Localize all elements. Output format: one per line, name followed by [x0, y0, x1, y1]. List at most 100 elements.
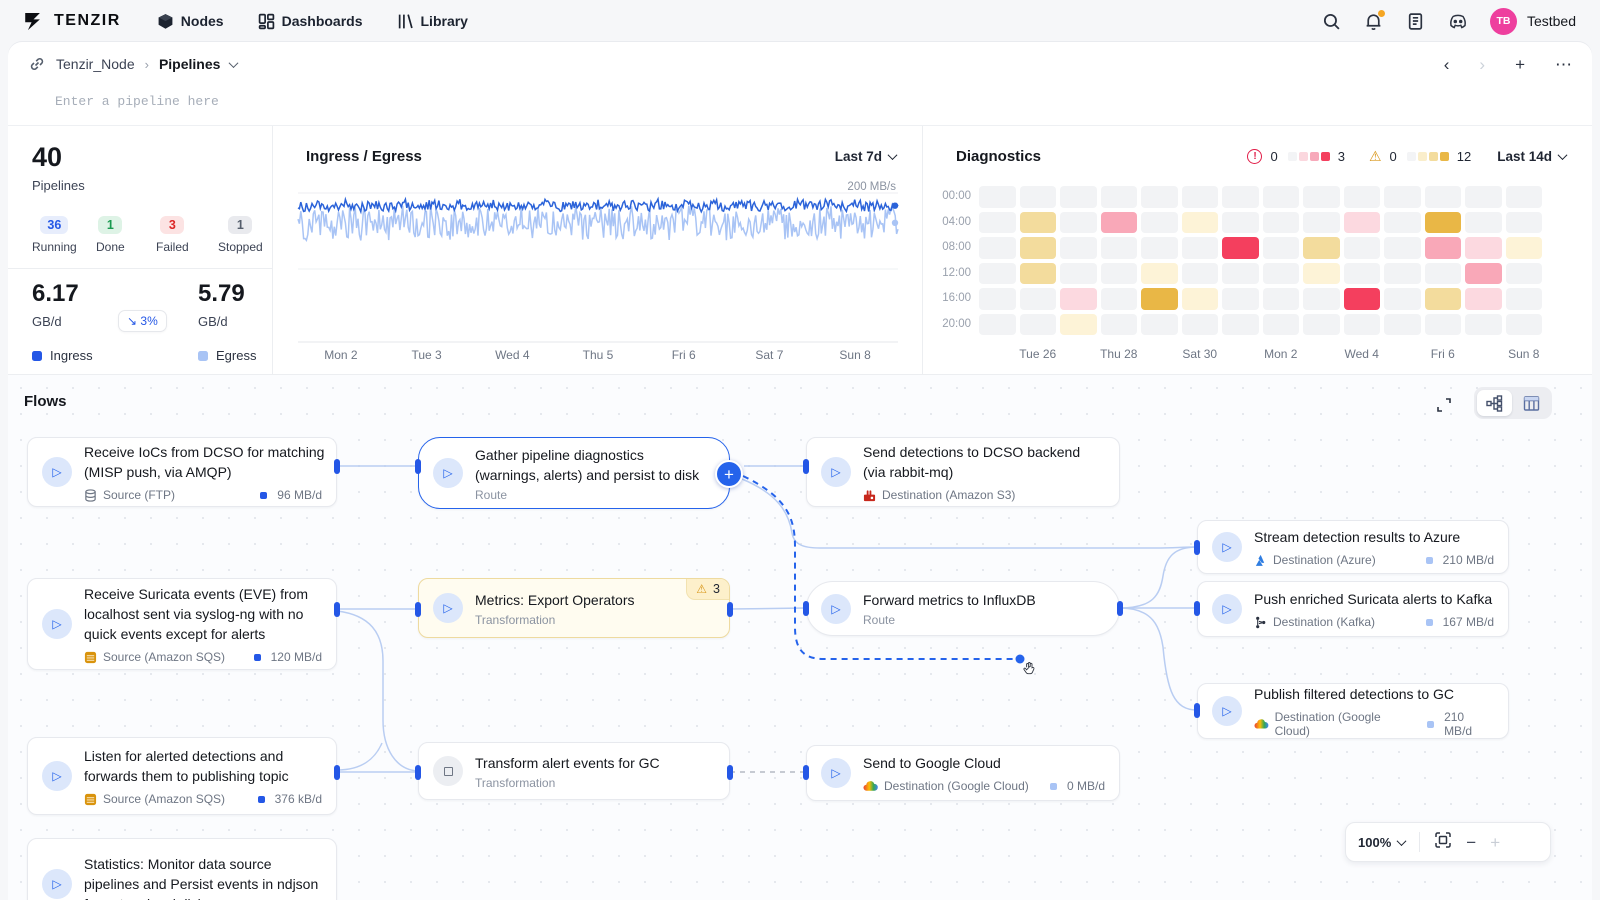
history-forward-button[interactable]: ›	[1479, 56, 1485, 73]
heatmap-cell[interactable]	[1182, 212, 1219, 234]
heatmap-cell[interactable]	[1060, 288, 1097, 310]
pipeline-state-running-icon[interactable]: ▷	[821, 758, 851, 788]
heatmap-cell[interactable]	[1384, 314, 1421, 336]
heatmap-cell[interactable]	[1222, 288, 1259, 310]
heatmap-cell[interactable]	[1303, 186, 1340, 208]
pipeline-state-running-icon[interactable]: ▷	[1212, 696, 1242, 726]
breadcrumb-node[interactable]: Tenzir_Node	[56, 56, 135, 72]
heatmap-cell[interactable]	[1060, 263, 1097, 285]
heatmap-cell[interactable]	[1506, 314, 1543, 336]
pipeline-state-stopped-icon[interactable]	[433, 756, 463, 786]
heatmap-cell[interactable]	[1303, 263, 1340, 285]
heatmap-cell[interactable]	[1425, 212, 1462, 234]
discord-icon[interactable]	[1448, 11, 1468, 31]
heatmap-cell[interactable]	[979, 186, 1016, 208]
heatmap-cell[interactable]	[979, 314, 1016, 336]
heatmap-cell[interactable]	[1344, 186, 1381, 208]
heatmap-cell[interactable]	[979, 288, 1016, 310]
connection-port[interactable]	[334, 459, 340, 474]
heatmap-cell[interactable]	[1263, 237, 1300, 259]
connection-port[interactable]	[415, 602, 421, 617]
heatmap-cell[interactable]	[1506, 186, 1543, 208]
heatmap-cell[interactable]	[1101, 263, 1138, 285]
flow-card-send-dcso[interactable]: ▷Send detections to DCSO backend(via rab…	[806, 437, 1120, 507]
heatmap-cell[interactable]	[1465, 314, 1502, 336]
flow-card-gather[interactable]: ▷Gather pipeline diagnostics(warnings, a…	[418, 437, 730, 509]
connection-port[interactable]	[727, 765, 733, 780]
connection-port[interactable]	[1117, 601, 1123, 616]
docs-icon[interactable]	[1406, 11, 1426, 31]
heatmap-cell[interactable]	[1303, 212, 1340, 234]
heatmap-cell[interactable]	[1060, 212, 1097, 234]
connection-port[interactable]	[1194, 601, 1200, 616]
zoom-level-dropdown[interactable]: 100%	[1358, 835, 1405, 850]
heatmap-cell[interactable]	[1182, 237, 1219, 259]
heatmap-cell[interactable]	[1344, 263, 1381, 285]
search-icon[interactable]	[1322, 11, 1342, 31]
flow-card-forward[interactable]: ▷Forward metrics to InfluxDBRoute	[806, 581, 1120, 636]
heatmap-cell[interactable]	[1344, 212, 1381, 234]
pipeline-input[interactable]: Enter a pipeline here	[55, 94, 219, 109]
heatmap-cell[interactable]	[1020, 314, 1057, 336]
heatmap-cell[interactable]	[1344, 314, 1381, 336]
flows-canvas[interactable]: Flows	[8, 375, 1592, 900]
heatmap-cell[interactable]	[1263, 288, 1300, 310]
heatmap-cell[interactable]	[1182, 186, 1219, 208]
pipeline-state-running-icon[interactable]: ▷	[1212, 594, 1242, 624]
heatmap-cell[interactable]	[1182, 314, 1219, 336]
nav-item-dashboards[interactable]: Dashboards	[258, 13, 363, 30]
heatmap-cell[interactable]	[1222, 263, 1259, 285]
pipeline-state-running-icon[interactable]: ▷	[42, 609, 72, 639]
pipeline-state-running-icon[interactable]: ▷	[42, 457, 72, 487]
flow-card-suricata[interactable]: ▷Receive Suricata events (EVE) fromlocal…	[27, 578, 337, 670]
history-back-button[interactable]: ‹	[1444, 56, 1450, 73]
heatmap-cell[interactable]	[1506, 288, 1543, 310]
heatmap-cell[interactable]	[1141, 186, 1178, 208]
connection-port[interactable]	[803, 601, 809, 616]
connection-port[interactable]	[803, 459, 809, 474]
pipeline-state-running-icon[interactable]: ▷	[821, 594, 851, 624]
connection-port[interactable]	[727, 602, 733, 617]
heatmap-cell[interactable]	[1506, 237, 1543, 259]
heatmap-cell[interactable]	[1425, 263, 1462, 285]
heatmap-cell[interactable]	[1344, 237, 1381, 259]
heatmap-cell[interactable]	[1263, 212, 1300, 234]
connection-port[interactable]	[334, 602, 340, 617]
add-connection-button[interactable]: +	[715, 460, 743, 488]
flow-card-publish-gc[interactable]: ▷Publish filtered detections to GCDestin…	[1197, 683, 1509, 739]
heatmap-cell[interactable]	[1060, 186, 1097, 208]
new-pipeline-button[interactable]: +	[1515, 56, 1525, 73]
heatmap-cell[interactable]	[1020, 263, 1057, 285]
heatmap-cell[interactable]	[1263, 186, 1300, 208]
heatmap-cell[interactable]	[1384, 263, 1421, 285]
heatmap-cell[interactable]	[1384, 212, 1421, 234]
zoom-in-button[interactable]: +	[1490, 834, 1500, 851]
pipeline-state-running-icon[interactable]: ▷	[433, 593, 463, 623]
connection-port[interactable]	[415, 765, 421, 780]
pipeline-state-running-icon[interactable]: ▷	[42, 761, 72, 791]
connection-port[interactable]	[1194, 703, 1200, 718]
heatmap-cell[interactable]	[1060, 237, 1097, 259]
account-name[interactable]: Testbed	[1527, 13, 1576, 29]
tenzir-logo[interactable]: TENZIR	[24, 11, 121, 31]
connection-port[interactable]	[1194, 540, 1200, 555]
heatmap-cell[interactable]	[1263, 263, 1300, 285]
nav-item-library[interactable]: Library	[397, 13, 468, 30]
heatmap-cell[interactable]	[1020, 237, 1057, 259]
more-options-button[interactable]: ⋯	[1555, 56, 1572, 73]
flow-card-transform[interactable]: Transform alert events for GCTransformat…	[418, 742, 730, 800]
flow-card-listen[interactable]: ▷Listen for alerted detections andforwar…	[27, 737, 337, 815]
flow-card-iocs[interactable]: ▷Receive IoCs from DCSO for matching(MIS…	[27, 437, 337, 507]
heatmap-cell[interactable]	[1263, 314, 1300, 336]
heatmap-cell[interactable]	[1060, 314, 1097, 336]
heatmap-cell[interactable]	[1141, 237, 1178, 259]
heatmap-cell[interactable]	[1222, 237, 1259, 259]
flow-card-statistics[interactable]: ▷Statistics: Monitor data sourcepipeline…	[27, 838, 337, 900]
heatmap-cell[interactable]	[1506, 263, 1543, 285]
heatmap-cell[interactable]	[1425, 186, 1462, 208]
breadcrumb-page[interactable]: Pipelines	[159, 56, 220, 72]
heatmap-cell[interactable]	[979, 237, 1016, 259]
heatmap-cell[interactable]	[1303, 314, 1340, 336]
heatmap-cell[interactable]	[1465, 186, 1502, 208]
heatmap-cell[interactable]	[1141, 288, 1178, 310]
